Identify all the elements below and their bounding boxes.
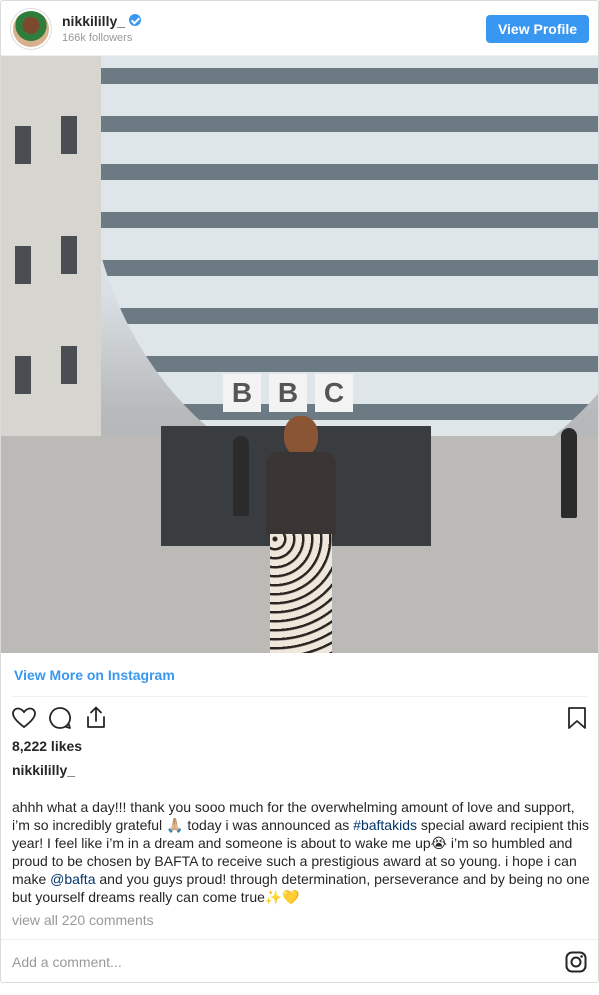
- heart-icon[interactable]: [11, 705, 37, 731]
- sign-letter: C: [315, 374, 353, 412]
- mention-link[interactable]: @bafta: [50, 871, 95, 887]
- username[interactable]: nikkililly_: [62, 13, 125, 29]
- sign-letter: B: [269, 374, 307, 412]
- like-count[interactable]: 8,222 likes: [12, 738, 82, 754]
- post-header: nikkililly_ 166k followers View Profile: [1, 1, 598, 56]
- follower-count: 166k followers: [62, 32, 133, 44]
- hashtag-link[interactable]: #baftakids: [353, 817, 417, 833]
- comment-bar: Add a comment...: [1, 939, 598, 982]
- caption-text: ahhh what a day!!! thank you sooo much f…: [12, 798, 592, 906]
- pedestrian: [233, 436, 249, 516]
- view-comments-link[interactable]: view all 220 comments: [12, 912, 154, 928]
- comment-icon[interactable]: [47, 705, 73, 731]
- bbc-sign: B B C: [223, 374, 353, 412]
- instagram-logo-icon[interactable]: [565, 951, 587, 973]
- pedestrian: [561, 428, 577, 518]
- sign-letter: B: [223, 374, 261, 412]
- caption-part: and you guys proud! through determinatio…: [12, 871, 590, 905]
- verified-badge-icon: [129, 14, 141, 26]
- view-profile-button[interactable]: View Profile: [486, 15, 589, 43]
- share-icon[interactable]: [83, 705, 109, 731]
- divider: [12, 696, 587, 697]
- instagram-embed-card: nikkililly_ 166k followers View Profile …: [0, 0, 599, 983]
- comment-input[interactable]: Add a comment...: [12, 954, 122, 970]
- caption-username[interactable]: nikkililly_: [12, 762, 75, 778]
- bookmark-icon[interactable]: [564, 705, 590, 731]
- avatar[interactable]: [13, 11, 49, 47]
- post-photo[interactable]: B B C: [1, 56, 598, 653]
- view-more-link[interactable]: View More on Instagram: [14, 667, 175, 683]
- person-subject: [256, 416, 346, 653]
